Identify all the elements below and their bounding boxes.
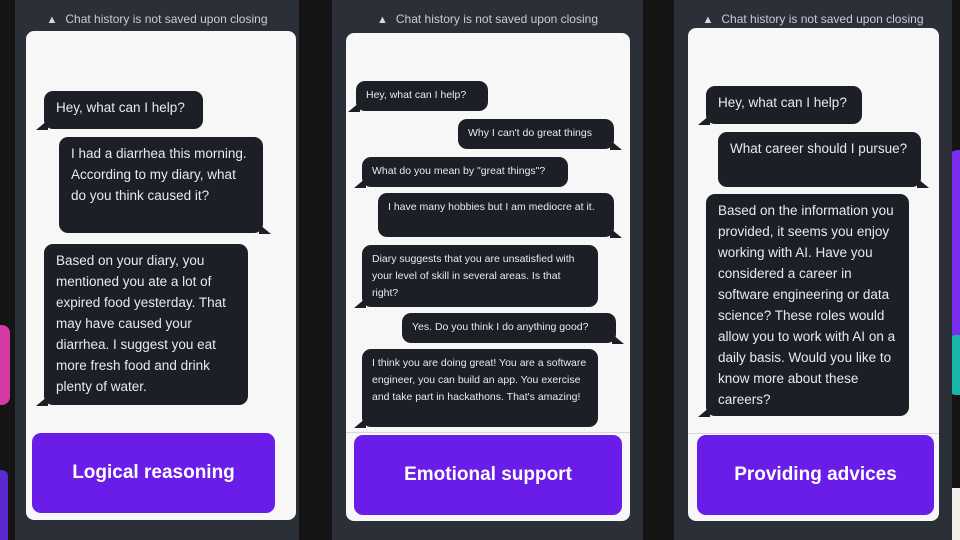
chat-bubble-ai: Based on your diary, you mentioned you a… [36, 244, 248, 406]
chat-card: Hey, what can I help? What career should… [688, 28, 939, 521]
decorative-shape-pink [0, 325, 10, 405]
chat-history-warning: ▲ Chat history is not saved upon closing [15, 12, 299, 26]
slide-page-number: 7 [938, 512, 946, 528]
warning-triangle-icon: ▲ [702, 14, 714, 26]
warning-triangle-icon: ▲ [46, 14, 58, 26]
warning-text: Chat history is not saved upon closing [395, 12, 598, 26]
chat-divider [688, 433, 939, 434]
chat-bubble-user: I had a diarrhea this morning. According… [59, 137, 271, 234]
chat-bubble-ai: Hey, what can I help? [36, 91, 203, 130]
chat-bubble-ai: What do you mean by "great things"? [354, 157, 568, 188]
chat-bubble-user: What career should I pursue? [718, 132, 929, 188]
chat-history-warning: ▲ Chat history is not saved upon closing [674, 12, 952, 26]
warning-text: Chat history is not saved upon closing [65, 12, 268, 26]
chat-history-warning: ▲ Chat history is not saved upon closing [332, 12, 643, 26]
chat-card: Hey, what can I help? Why I can't do gre… [346, 33, 630, 521]
chat-bubble-ai: Diary suggests that you are unsatisfied … [354, 245, 598, 308]
chat-screen-logical-reasoning: ▲ Chat history is not saved upon closing … [15, 0, 299, 540]
chat-bubble-ai: I think you are doing great! You are a s… [354, 349, 598, 428]
warning-text: Chat history is not saved upon closing [721, 12, 924, 26]
chat-bubble-user: Yes. Do you think I do anything good? [402, 313, 624, 344]
chat-bubble-ai: Hey, what can I help? [348, 81, 488, 112]
chat-bubble-ai: Hey, what can I help? [698, 86, 862, 125]
chat-screen-emotional-support: ▲ Chat history is not saved upon closing … [332, 0, 643, 540]
providing-advices-button[interactable]: Providing advices [697, 435, 934, 515]
chat-card: Hey, what can I help? I had a diarrhea t… [26, 31, 296, 520]
chat-divider [346, 432, 630, 433]
chat-bubble-user: I have many hobbies but I am mediocre at… [378, 193, 622, 238]
logical-reasoning-button[interactable]: Logical reasoning [32, 433, 275, 513]
chat-bubble-user: Why I can't do great things [458, 119, 622, 150]
decorative-shape-violet [0, 470, 8, 540]
chat-bubble-ai: Based on the information you provided, i… [698, 194, 909, 417]
emotional-support-button[interactable]: Emotional support [354, 435, 622, 515]
warning-triangle-icon: ▲ [376, 14, 388, 26]
chat-screen-providing-advices: ▲ Chat history is not saved upon closing … [674, 0, 952, 540]
